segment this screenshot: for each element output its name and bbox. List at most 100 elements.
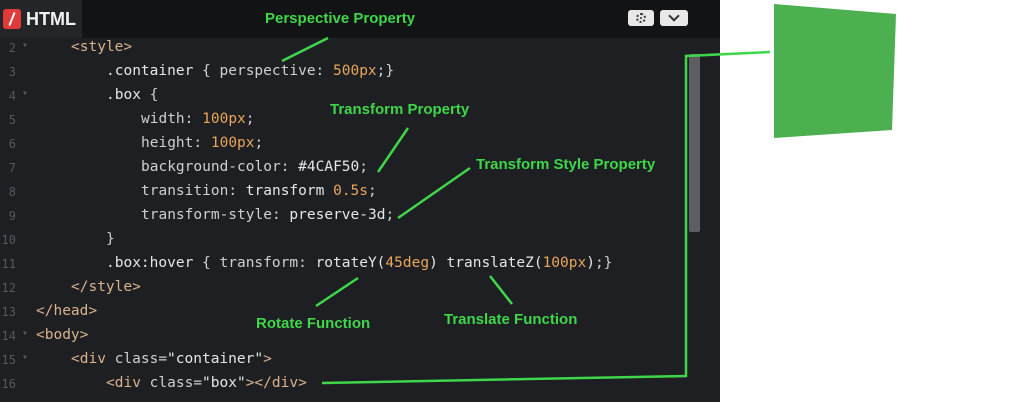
code-line[interactable]: 6 height: 100px; [0,132,690,156]
code-text: background-color: #4CAF50; [141,159,368,175]
code-text: transition: transform 0.5s; [141,183,377,199]
fold-arrow-icon[interactable]: ▾ [22,352,28,363]
perspective-property-label: Perspective Property [265,10,416,27]
chevron-down-icon [668,10,680,22]
code-text: .container { perspective: 500px;} [106,63,394,79]
transform-property-label: Transform Property [330,101,470,118]
code-token: 45deg [385,255,430,271]
code-token: .box [106,87,141,103]
line-number: 14 [1,329,16,343]
code-line[interactable]: 2 ▾ <style> [0,36,690,60]
line-number: 15 [1,353,16,367]
code-token: .box:hover [106,255,194,271]
code-editor-panel: HTML 2 ▾ <style> 3 .container { perspective:… [0,0,720,402]
translate-function-label: Translate Function [444,311,578,328]
code-token: class [114,351,159,367]
code-line[interactable]: 3 .container { perspective: 500px;} [0,60,690,84]
line-number: 8 [8,185,16,199]
code-token: preserve-3d [289,207,386,223]
code-text: <body> [36,327,88,343]
code-line[interactable]: 11 .box:hover { transform: rotateY(45deg)… [0,252,690,276]
code-token: : [271,207,290,223]
fold-arrow-icon[interactable]: ▾ [22,40,28,51]
code-token: background-color [141,159,281,175]
code-token: ; [368,183,377,199]
code-token: 500px [333,63,377,79]
code-token: { [193,63,220,79]
code-token: ; [385,207,395,223]
code-line[interactable]: 15 ▾ <div class="container"> [0,348,690,372]
code-token: "container" [167,351,264,367]
code-token: : [228,183,246,199]
code-text: <div class="container"> [71,351,272,367]
code-token: ) [586,255,595,271]
code-token: #4CAF50 [298,159,360,175]
gear-icon [636,13,646,23]
code-token: ;} [376,63,395,79]
code-text: transform-style: preserve-3d; [141,207,394,223]
code-line[interactable]: 9 transform-style: preserve-3d; [0,204,690,228]
code-token: height [141,135,194,151]
code-token: ) translateZ( [429,255,543,271]
line-number: 12 [1,281,16,295]
code-text: width: 100px; [141,111,255,127]
code-line[interactable]: 10} [0,228,690,252]
line-number: 5 [8,113,16,127]
code-line[interactable]: 16 <div class="box"></div> [0,372,690,396]
code-line[interactable]: 12 </style> [0,276,690,300]
code-token: width [141,111,185,127]
code-token: <body> [36,327,89,343]
preview-box[interactable] [770,0,900,142]
html-logo-icon [3,9,21,29]
code-text: </style> [71,279,141,295]
line-number: 10 [1,233,16,247]
line-number: 6 [8,137,16,151]
line-number: 3 [8,65,16,79]
code-token: : [280,159,299,175]
collapse-button[interactable] [660,10,688,26]
code-token: </head> [36,303,98,319]
code-token: rotateY( [315,255,386,271]
code-text: <div class="box"></div> [106,375,307,391]
code-token: ; [245,111,255,127]
rotate-function-label: Rotate Function [256,315,371,332]
line-number: 16 [1,377,16,391]
code-token: 0.5s [333,183,369,199]
green-box[interactable] [774,4,896,138]
code-text: </head> [36,303,97,319]
line-number: 4 [8,89,16,103]
code-token: 100px [210,135,255,151]
code-token: <style> [71,39,133,55]
code-token: : [193,135,211,151]
code-token: 100px [542,255,587,271]
tab-html[interactable]: HTML [0,0,82,38]
code-token: transform-style [141,207,272,223]
code-token: class [149,375,194,391]
code-token: { [193,255,220,271]
code-token: = [158,351,168,367]
transform-style-property-label: Transform Style Property [476,156,656,173]
code-token: "box" [202,375,246,391]
code-token: ; [254,135,264,151]
code-token: transform [219,255,299,271]
fold-arrow-icon[interactable]: ▾ [22,328,28,339]
code-text: height: 100px; [141,135,263,151]
vertical-scrollbar[interactable] [689,54,700,232]
code-token: 100px [202,111,246,127]
code-token: = [193,375,203,391]
line-number: 9 [8,209,16,223]
code-token: transform [245,183,334,199]
code-token: perspective [219,63,316,79]
code-token: </style> [71,279,141,295]
line-number: 11 [1,257,16,271]
code-text: .box:hover { transform: rotateY(45deg) t… [106,255,612,271]
code-token: .container [106,63,194,79]
code-token: { [140,87,159,103]
line-number: 13 [1,305,16,319]
code-token: ; [359,159,368,175]
settings-button[interactable] [628,10,654,26]
code-line[interactable]: 8 transition: transform 0.5s; [0,180,690,204]
fold-arrow-icon[interactable]: ▾ [22,88,28,99]
line-number: 7 [8,161,16,175]
code-token: <div [71,351,115,367]
